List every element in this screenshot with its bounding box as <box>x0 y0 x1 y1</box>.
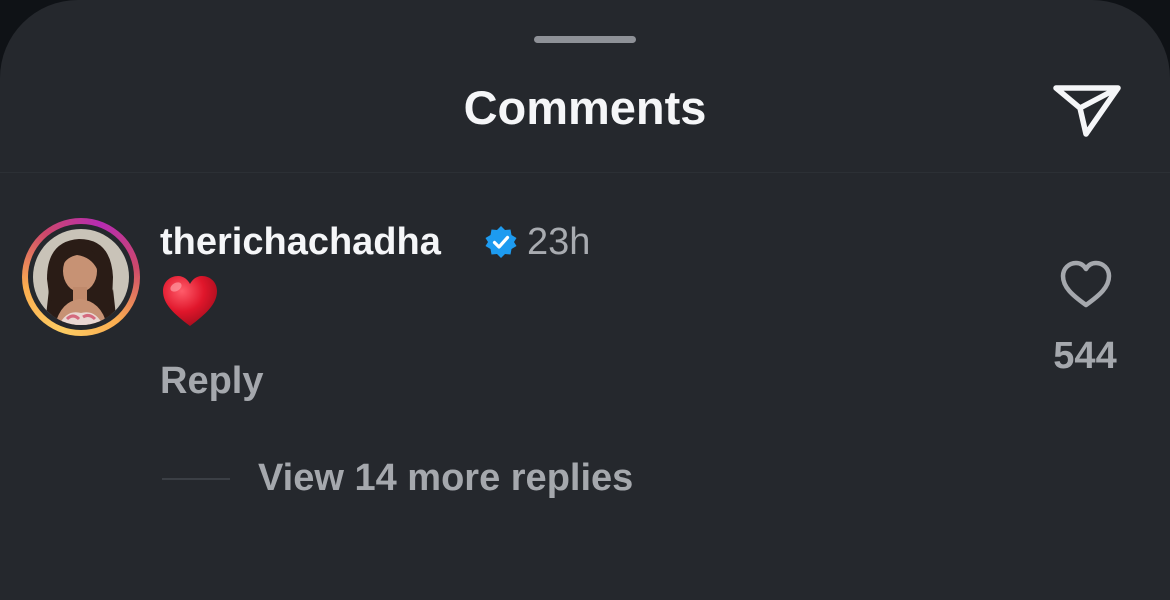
like-button[interactable] <box>1058 258 1114 310</box>
drag-handle[interactable] <box>534 36 636 43</box>
view-more-replies-button[interactable]: View 14 more replies <box>258 455 633 501</box>
verified-badge-icon <box>485 226 517 258</box>
replies-divider-line <box>162 478 230 480</box>
comments-sheet: Comments therichachadha 23h Reply 544 Vi… <box>0 0 1170 600</box>
heart-emoji-icon <box>163 276 217 326</box>
share-button[interactable] <box>1052 80 1122 140</box>
sheet-title: Comments <box>463 81 707 134</box>
comment-username[interactable]: therichachadha <box>160 218 441 266</box>
like-count: 544 <box>1053 335 1117 377</box>
avatar-image <box>33 229 129 325</box>
header-divider <box>0 172 1170 173</box>
comment-timestamp: 23h <box>527 221 591 263</box>
heart-outline-icon <box>1060 260 1112 308</box>
reply-button[interactable]: Reply <box>160 358 263 404</box>
avatar[interactable] <box>22 218 140 336</box>
avatar-story-ring-gap <box>28 224 134 330</box>
paper-plane-icon <box>1053 85 1121 137</box>
